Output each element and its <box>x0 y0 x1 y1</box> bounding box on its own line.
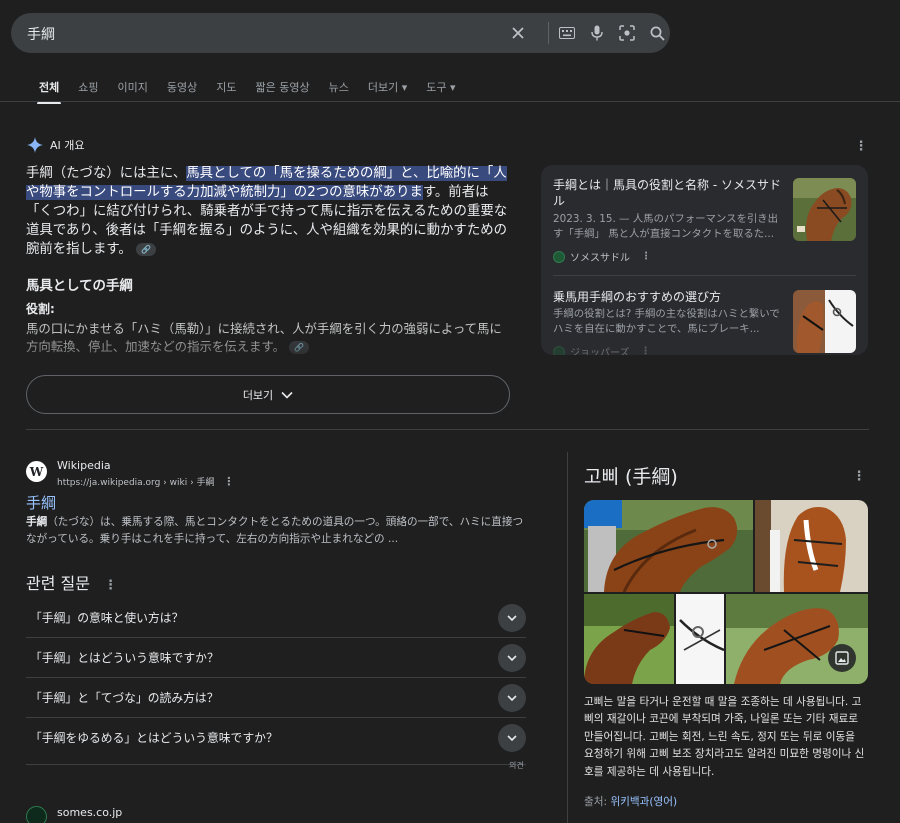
search-tabs: 전체 쇼핑 이미지 동영상 지도 짧은 동영상 뉴스 더보기 ▾ 도구 ▾ <box>36 79 475 104</box>
more-vert-icon[interactable]: ⋮ <box>641 251 651 262</box>
result-snippet: 手綱（たづな）は、乗馬する際、馬とコンタクトをとるための道具の一つ。頭絡の一部で… <box>26 514 526 548</box>
result-title-link[interactable]: 手綱 <box>26 492 56 513</box>
source-thumbnail[interactable] <box>793 290 856 353</box>
paa-question-text: 「手綱」とはどういう意味ですか？ <box>30 651 219 665</box>
knowledge-panel-title: 고삐 (手綱) <box>584 466 678 488</box>
ai-overview-header: AI 개요 <box>27 137 85 153</box>
image-gallery[interactable] <box>584 500 868 684</box>
source-site-name: ジョッパーズ <box>570 348 630 355</box>
snippet-text: （たづな）は、乗馬する際、馬とコンタクトをとるための道具の一つ。頭絡の一部で、ハ… <box>26 516 524 545</box>
ai-overview-heading: AI 개요 <box>50 139 85 152</box>
search-bar-divider <box>548 22 549 44</box>
tab-tools[interactable]: 도구 ▾ <box>426 79 455 95</box>
site-favicon <box>553 345 565 355</box>
search-icon[interactable] <box>647 23 667 43</box>
paa-question-text: 「手綱」と「てづな」の読み方は？ <box>30 691 219 705</box>
knowledge-panel-description: 고삐는 말을 타거나 운전할 때 말을 조종하는 데 사용됩니다. 고삐의 재갈… <box>584 696 865 778</box>
clear-icon[interactable] <box>508 23 528 43</box>
paa-question-text: 「手綱をゆるめる」とはどういう意味ですか？ <box>30 731 278 745</box>
wikipedia-favicon: W <box>26 461 47 482</box>
gallery-image[interactable] <box>584 594 674 684</box>
source-label: 출처: <box>584 796 608 808</box>
more-vert-icon[interactable]: ⋮ <box>641 346 651 355</box>
search-bar[interactable]: 手綱 <box>11 13 670 53</box>
gallery-image[interactable] <box>676 594 725 684</box>
role-label-text: 役割 <box>26 302 51 316</box>
tab-images[interactable]: 이미지 <box>118 79 148 95</box>
source-thumbnail[interactable] <box>793 178 856 241</box>
tab-videos[interactable]: 동영상 <box>167 79 197 95</box>
section-divider <box>26 429 869 430</box>
role-label-colon: : <box>50 302 55 316</box>
result-url-text: https://ja.wikipedia.org › wiki › 手綱 <box>57 478 215 488</box>
chevron-down-icon <box>281 391 293 399</box>
feedback-link[interactable]: 의견 <box>509 760 524 771</box>
paa-heading: 관련 질문 ⋮ <box>26 570 117 594</box>
paa-question[interactable]: 「手綱」の意味と使い方は？ <box>26 598 526 638</box>
ai-text-part: 手綱（たづな）には主に、 <box>26 166 187 181</box>
source-site-name: ソメスサドル <box>570 253 630 264</box>
tab-more[interactable]: 더보기 ▾ <box>368 79 407 95</box>
chevron-down-icon[interactable] <box>498 644 526 672</box>
role-label: 役割: <box>26 300 55 317</box>
knowledge-panel-source: 출처: 위키백과(영어) <box>584 794 677 809</box>
chevron-down-icon[interactable] <box>498 724 526 752</box>
chevron-down-icon[interactable] <box>498 604 526 632</box>
result-url[interactable]: https://ja.wikipedia.org › wiki › 手綱 ⋮ <box>57 475 234 488</box>
more-vert-icon[interactable]: ⋮ <box>853 138 869 154</box>
gallery-image[interactable] <box>584 500 753 593</box>
tab-short-videos[interactable]: 짧은 동영상 <box>256 79 310 95</box>
link-icon[interactable]: 🔗 <box>136 242 157 256</box>
keyboard-icon[interactable] <box>557 23 577 43</box>
more-vert-icon[interactable]: ⋮ <box>223 475 234 488</box>
more-vert-icon[interactable]: ⋮ <box>104 578 117 593</box>
more-vert-icon[interactable]: ⋮ <box>851 468 867 484</box>
show-more-label: 더보기 <box>242 388 274 402</box>
site-favicon <box>26 806 47 823</box>
paa-question[interactable]: 「手綱」と「てづな」の読み方は？ <box>26 678 526 718</box>
ai-subheading: 馬具としての手綱 <box>26 279 133 294</box>
tab-news[interactable]: 뉴스 <box>329 79 349 95</box>
tab-all[interactable]: 전체 <box>36 79 62 104</box>
paa-question[interactable]: 「手綱をゆるめる」とはどういう意味ですか？ <box>26 718 526 765</box>
gallery-image[interactable] <box>755 500 868 592</box>
source-snippet: 手綱の役割とは? 手綱の主な役割はハミと繋いでハミを自在に動かすことで、馬にブレ… <box>553 308 780 335</box>
knowledge-panel-divider <box>567 452 568 823</box>
mic-icon[interactable] <box>587 23 607 43</box>
show-more-button[interactable]: 더보기 <box>26 375 510 414</box>
text-fade <box>20 330 520 378</box>
source-title[interactable]: 手綱とは｜馬具の役割と名称 - ソメスサドル <box>553 177 783 209</box>
source-title[interactable]: 乗馬用手綱のおすすめの選び方 <box>553 289 783 305</box>
source-panel: 手綱とは｜馬具の役割と名称 - ソメスサドル 2023. 3. 15. — 人馬… <box>541 165 868 355</box>
source-link[interactable]: 위키백과(영어) <box>610 796 677 808</box>
tab-shopping[interactable]: 쇼핑 <box>78 79 98 95</box>
lens-icon[interactable] <box>617 23 637 43</box>
source-snippet: 2023. 3. 15. — 人馬のパフォーマンスを引き出す「手綱」 馬と人が直… <box>553 213 779 240</box>
tabs-divider <box>0 101 900 102</box>
chevron-down-icon[interactable] <box>498 684 526 712</box>
result-site-name[interactable]: Wikipedia <box>57 459 111 472</box>
source-site: ジョッパーズ ⋮ <box>553 344 651 355</box>
result-site-name[interactable]: somes.co.jp <box>57 806 122 819</box>
source-site: ソメスサドル ⋮ <box>553 249 651 264</box>
image-icon[interactable] <box>828 644 856 672</box>
ai-overview-text: 手綱（たづな）には主に、馬具としての「馬を操るための綱」と、比喩的に「人や物事を… <box>26 164 510 259</box>
paa-heading-text: 관련 질문 <box>26 574 90 593</box>
paa-question-text: 「手綱」の意味と使い方は？ <box>30 611 184 625</box>
sparkle-icon <box>27 137 43 153</box>
paa-question[interactable]: 「手綱」とはどういう意味ですか？ <box>26 638 526 678</box>
tab-maps[interactable]: 지도 <box>216 79 236 95</box>
snippet-bold: 手綱 <box>26 516 48 528</box>
site-favicon <box>553 250 565 263</box>
search-input[interactable]: 手綱 <box>27 24 55 44</box>
source-divider <box>553 275 856 276</box>
